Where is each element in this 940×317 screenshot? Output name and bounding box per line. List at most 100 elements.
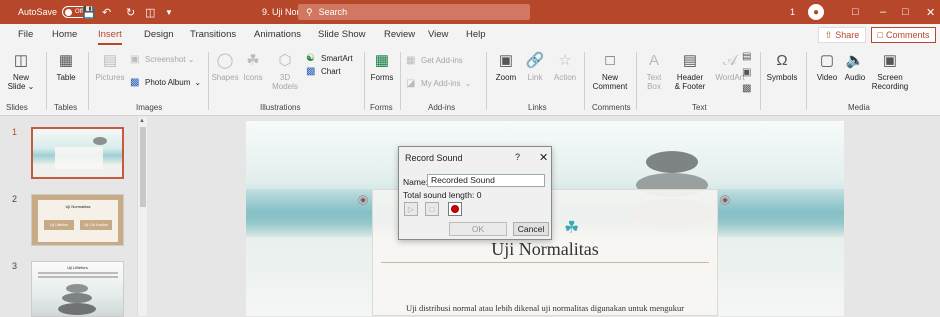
ok-button[interactable]: OK: [449, 222, 507, 236]
thumbnail-stone: [62, 293, 92, 303]
3d-models-button[interactable]: ⬡ 3D Models: [270, 50, 300, 92]
start-from-beginning-icon[interactable]: ◫: [145, 0, 155, 24]
zoom-button[interactable]: ▣ Zoom: [492, 50, 520, 83]
tab-review[interactable]: Review: [384, 29, 415, 40]
chevron-down-icon: ⌄: [464, 79, 472, 88]
pictures-icon: ▤: [102, 51, 118, 69]
comments-button[interactable]: □ Comments: [871, 27, 936, 43]
help-button[interactable]: ?: [515, 152, 520, 162]
smartart-button[interactable]: ☯ SmartArt: [306, 53, 353, 64]
my-addins-button[interactable]: ◪ My Add-ins ⌄: [406, 78, 471, 89]
wordart-icon: 𝒜: [722, 51, 738, 69]
tab-transitions[interactable]: Transitions: [190, 29, 236, 40]
tab-animations[interactable]: Animations: [254, 29, 301, 40]
get-addins-button[interactable]: ▦ Get Add-ins: [406, 55, 463, 66]
symbols-button[interactable]: Ω Symbols: [764, 50, 800, 83]
date-time-button[interactable]: ▤: [742, 51, 757, 62]
group-label-slides: Slides: [6, 103, 28, 112]
text-box-button[interactable]: A Text Box: [642, 50, 666, 92]
date-time-icon: ▤: [742, 51, 752, 62]
slide-body-text[interactable]: Uji distribusi normal atau lebih dikenal…: [381, 303, 709, 313]
addins-icon: ◪: [406, 78, 416, 89]
cube-icon: ⬡: [278, 51, 292, 69]
action-button[interactable]: ☆ Action: [550, 50, 580, 83]
slide-thumbnail[interactable]: [31, 127, 124, 179]
audio-button[interactable]: 🔈 Audio: [842, 50, 868, 83]
divider: [806, 52, 807, 110]
thumbnail-scrollbar[interactable]: ▲: [137, 117, 147, 316]
search-placeholder: Search: [318, 7, 348, 17]
play-button[interactable]: ▷: [404, 202, 418, 216]
screenshot-button[interactable]: ▣ Screenshot ⌄: [130, 54, 194, 65]
search-box[interactable]: ⚲ Search: [298, 4, 530, 20]
close-icon[interactable]: ✕: [926, 0, 935, 24]
maximize-icon[interactable]: □: [902, 0, 909, 24]
object-button[interactable]: ▩: [742, 83, 757, 94]
minimize-icon[interactable]: –: [880, 0, 886, 24]
my-addins-label: My Add-ins: [421, 79, 461, 88]
new-slide-button[interactable]: ◫ New Slide ⌄: [8, 50, 35, 92]
slide-number-button[interactable]: ▣: [742, 67, 757, 78]
thumbnail-button: Uji Lilliefors: [44, 220, 74, 230]
divider: [486, 52, 487, 110]
tab-home[interactable]: Home: [52, 29, 77, 40]
link-icon: 🔗: [525, 51, 545, 69]
new-comment-button[interactable]: □ New Comment: [588, 50, 632, 92]
name-input[interactable]: Recorded Sound: [427, 174, 545, 187]
tab-design[interactable]: Design: [144, 29, 174, 40]
photo-album-button[interactable]: ▩ Photo Album ⌄: [130, 77, 201, 88]
avatar[interactable]: ●: [808, 4, 824, 20]
stop-button[interactable]: □: [425, 202, 439, 216]
cancel-button[interactable]: Cancel: [513, 222, 549, 236]
save-icon[interactable]: 💾: [82, 0, 96, 24]
pictures-button[interactable]: ▤ Pictures: [92, 50, 128, 83]
tab-help[interactable]: Help: [466, 29, 486, 40]
record-sound-dialog: Record Sound ? ✕ Name: Recorded Sound To…: [398, 146, 552, 240]
shapes-button[interactable]: ◯ Shapes: [211, 50, 238, 83]
divider: [208, 52, 209, 110]
tab-slide-show[interactable]: Slide Show: [318, 29, 366, 40]
symbols-label: Symbols: [766, 73, 798, 82]
video-button[interactable]: ▢ Video: [814, 50, 840, 83]
icons-button[interactable]: ☘ Icons: [240, 50, 266, 83]
group-label-tables: Tables: [54, 103, 78, 112]
photo-album-label: Photo Album: [145, 78, 191, 87]
video-icon: ▢: [819, 51, 835, 69]
photo-album-icon: ▩: [130, 77, 140, 88]
screen-recording-button[interactable]: ▣ Screen Recording: [870, 50, 910, 92]
icons-icon: ☘: [246, 51, 260, 69]
ribbon-tabs: File Home Insert Design Transitions Anim…: [0, 24, 940, 46]
chart-button[interactable]: ▩ Chart: [306, 66, 341, 77]
ribbon-display-options-icon[interactable]: □: [852, 0, 859, 24]
redo-icon[interactable]: ↻: [126, 0, 135, 24]
forms-label: Forms: [370, 73, 394, 82]
thumbnail-text-line: [38, 272, 118, 274]
scroll-up-icon[interactable]: ▲: [139, 118, 146, 125]
slide-thumbnail[interactable]: Uji Normalitas Uji Lilliefors Uji Chi-Ku…: [31, 194, 124, 246]
scrollbar-thumb[interactable]: [140, 127, 146, 207]
header-footer-icon: ▤: [682, 51, 698, 69]
link-button[interactable]: 🔗 Link: [522, 50, 548, 83]
autosave-toggle[interactable]: AutoSave Off: [18, 0, 90, 24]
thumbnail-number: 2: [12, 194, 18, 204]
forms-button[interactable]: ▦ Forms: [368, 50, 396, 83]
customize-toolbar-icon[interactable]: ▼: [165, 0, 173, 24]
undo-icon[interactable]: ↶: [102, 0, 111, 24]
get-addins-label: Get Add-ins: [421, 56, 463, 65]
slide-title[interactable]: Uji Normalitas: [372, 239, 718, 260]
dialog-close-button[interactable]: ✕: [539, 151, 548, 164]
divider: [760, 52, 761, 110]
tab-view[interactable]: View: [428, 29, 448, 40]
tab-insert[interactable]: Insert: [98, 29, 122, 45]
tab-file[interactable]: File: [18, 29, 33, 40]
header-footer-button[interactable]: ▤ Header & Footer: [672, 50, 708, 92]
object-icon: ▩: [742, 83, 752, 94]
table-label: Table: [56, 73, 76, 82]
shapes-icon: ◯: [216, 51, 234, 69]
share-button[interactable]: ⇧ Share: [818, 27, 866, 43]
table-button[interactable]: ▦ Table: [52, 50, 80, 83]
stone: [646, 151, 698, 173]
record-button[interactable]: [448, 202, 462, 216]
slide-thumbnail[interactable]: Uji Lilliefors: [31, 261, 124, 317]
slide-number-icon: ▣: [742, 67, 752, 78]
